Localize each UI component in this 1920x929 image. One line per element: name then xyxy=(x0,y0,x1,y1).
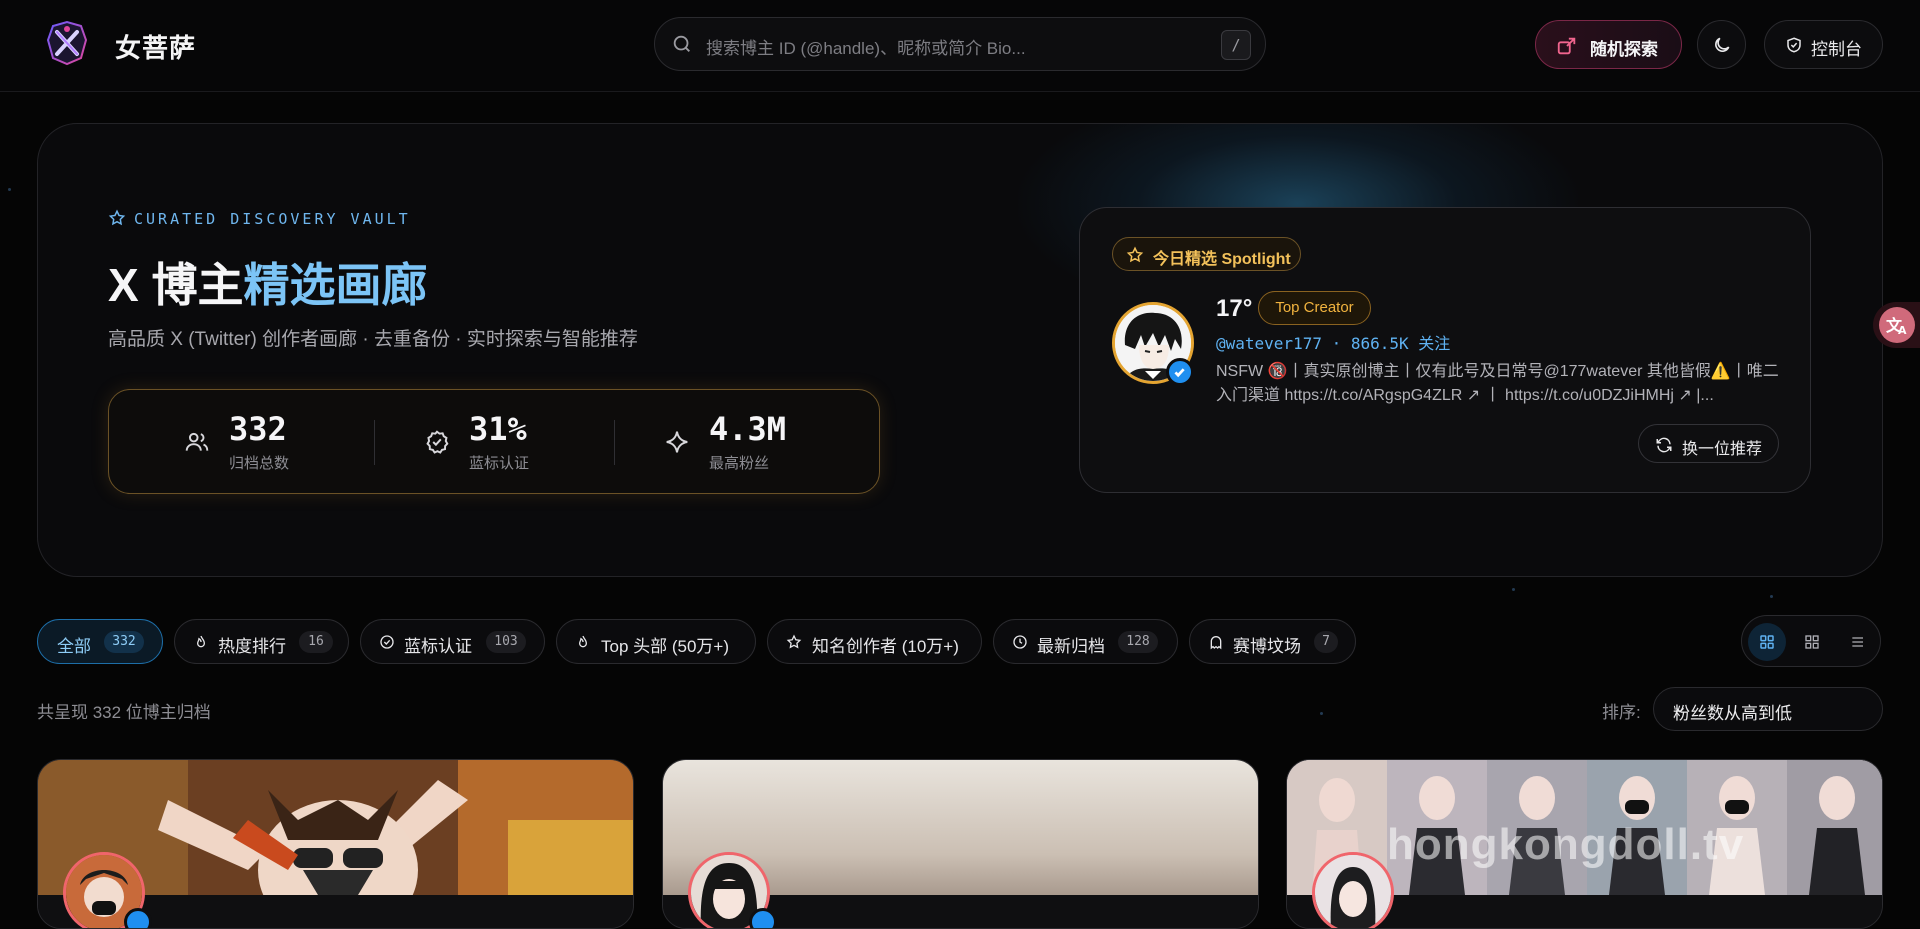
creator-card[interactable]: hongkongdoll.tv xyxy=(1286,759,1883,929)
stat-max-followers-label: 最高粉丝 xyxy=(709,455,770,472)
spotlight-card[interactable]: 今日精选 Spotlight 17° Top Creator @watever1… xyxy=(1079,207,1811,493)
stat-total-label: 归档总数 xyxy=(229,455,290,472)
translate-icon: 文A xyxy=(1879,307,1915,343)
sparkle-icon xyxy=(664,429,690,455)
stat-divider xyxy=(614,420,615,465)
moon-icon xyxy=(1712,35,1732,55)
search-icon xyxy=(671,33,693,55)
verified-badge-icon xyxy=(124,908,152,928)
star-icon xyxy=(786,634,802,650)
spotlight-badge-text: 今日精选 Spotlight xyxy=(1153,251,1291,268)
ghost-icon xyxy=(1208,634,1224,650)
star-icon xyxy=(108,209,126,227)
star-icon xyxy=(1126,246,1144,264)
creator-card[interactable] xyxy=(37,759,634,929)
card-avatar xyxy=(1312,852,1394,928)
view-mode-switch xyxy=(1741,615,1881,667)
chevron-down-icon xyxy=(1673,703,1864,717)
clock-icon xyxy=(1012,634,1028,650)
filter-verified-label: 蓝标认证 xyxy=(404,637,472,656)
result-count: 共呈现 332 位博主归档 xyxy=(37,703,211,722)
badge-check-icon xyxy=(379,634,395,650)
sort-select[interactable]: 粉丝数从高到低 xyxy=(1653,687,1883,731)
random-explore-label: 随机探索 xyxy=(1590,40,1658,59)
spotlight-handle[interactable]: @watever177 · 866.5K 关注 xyxy=(1216,330,1450,354)
filter-latest-count: 128 xyxy=(1118,631,1158,653)
filter-latest[interactable]: 最新归档 128 xyxy=(993,619,1178,664)
stat-verified-value: 31% xyxy=(469,410,527,448)
view-small-grid-button[interactable] xyxy=(1793,623,1831,661)
spotlight-bio: NSFW 🔞丨真实原创博主丨仅有此号及日常号@177watever 其他皆假⚠️… xyxy=(1216,363,1779,404)
verified-badge-icon xyxy=(1166,358,1194,386)
search-input[interactable]: 搜索博主 ID (@handle)、昵称或简介 Bio... xyxy=(706,34,1026,59)
filter-hot[interactable]: 热度排行 16 xyxy=(174,619,349,664)
stat-verified-label: 蓝标认证 xyxy=(469,455,530,472)
stat-total-value: 332 xyxy=(229,410,287,448)
filter-latest-label: 最新归档 xyxy=(1037,637,1105,656)
badge-check-icon xyxy=(424,429,450,455)
spotlight-name[interactable]: 17° xyxy=(1216,295,1252,323)
verified-badge-icon xyxy=(749,908,777,928)
filter-graveyard[interactable]: 赛博坟场 7 xyxy=(1189,619,1356,664)
hero-title-highlight: 精选画廊 xyxy=(243,259,428,311)
stat-total: 332 归档总数 xyxy=(184,390,424,495)
filter-verified[interactable]: 蓝标认证 103 xyxy=(360,619,545,664)
view-list-button[interactable] xyxy=(1838,623,1876,661)
swap-recommendation-button[interactable]: 换一位推荐 xyxy=(1638,424,1779,463)
top-header: 女菩萨 搜索博主 ID (@handle)、昵称或简介 Bio... / 随机探… xyxy=(0,0,1920,92)
random-explore-button[interactable]: 随机探索 xyxy=(1535,20,1682,69)
filter-known[interactable]: 知名创作者 (10万+) xyxy=(767,619,982,664)
filter-hot-count: 16 xyxy=(299,631,333,653)
stat-max-followers: 4.3M 最高粉丝 xyxy=(664,390,904,495)
filter-graveyard-count: 7 xyxy=(1314,631,1338,653)
filter-hot-label: 热度排行 xyxy=(218,637,286,656)
hero-title: X 博主精选画廊 xyxy=(108,249,427,315)
console-label: 控制台 xyxy=(1811,40,1862,59)
filter-all-label: 全部 xyxy=(57,637,91,656)
refresh-icon xyxy=(1655,436,1673,454)
view-large-grid-button[interactable] xyxy=(1748,623,1786,661)
brand-name[interactable]: 女菩萨 xyxy=(115,28,196,65)
filter-all[interactable]: 全部 332 xyxy=(37,619,163,664)
hero-kicker-text: CURATED DISCOVERY VAULT xyxy=(134,210,411,228)
card-watermark: hongkongdoll.tv xyxy=(1387,820,1745,869)
filter-known-label: 知名创作者 (10万+) xyxy=(812,637,959,656)
stat-verified: 31% 蓝标认证 xyxy=(424,390,664,495)
hero-title-main: X 博主 xyxy=(108,259,244,311)
hero-panel: CURATED DISCOVERY VAULT X 博主精选画廊 高品质 X (… xyxy=(37,123,1883,577)
list-icon xyxy=(1849,634,1865,650)
creator-card[interactable] xyxy=(662,759,1259,929)
shield-icon xyxy=(1785,36,1803,54)
filter-verified-count: 103 xyxy=(486,631,526,653)
logo-icon[interactable] xyxy=(44,20,90,66)
translate-floating-button[interactable]: 文A xyxy=(1873,302,1920,348)
grid-large-icon xyxy=(1759,634,1775,650)
flame-icon xyxy=(575,634,591,650)
filter-top-label: Top 头部 (50万+) xyxy=(601,637,730,656)
filter-all-count: 332 xyxy=(104,631,144,653)
stat-divider xyxy=(374,420,375,465)
theme-toggle-button[interactable] xyxy=(1697,20,1746,69)
spotlight-badge: 今日精选 Spotlight xyxy=(1112,237,1301,271)
flame-icon xyxy=(193,634,209,650)
sort-label: 排序: xyxy=(1602,703,1641,722)
stats-panel: 332 归档总数 31% 蓝标认证 4.3M 最高粉丝 xyxy=(108,389,880,494)
stat-max-followers-value: 4.3M xyxy=(709,410,787,448)
filter-top[interactable]: Top 头部 (50万+) xyxy=(556,619,756,664)
console-button[interactable]: 控制台 xyxy=(1764,20,1883,69)
users-icon xyxy=(184,429,210,455)
filter-graveyard-label: 赛博坟场 xyxy=(1233,637,1301,656)
svg-text:A: A xyxy=(1898,324,1907,337)
top-creator-badge: Top Creator xyxy=(1258,291,1371,325)
shuffle-icon xyxy=(1556,35,1578,57)
search-bar[interactable]: 搜索博主 ID (@handle)、昵称或简介 Bio... / xyxy=(654,17,1266,71)
search-shortcut-key: / xyxy=(1221,30,1251,60)
hero-subtitle: 高品质 X (Twitter) 创作者画廊 · 去重备份 · 实时探索与智能推荐 xyxy=(108,329,638,350)
swap-recommendation-label: 换一位推荐 xyxy=(1682,441,1763,458)
grid-small-icon xyxy=(1804,634,1820,650)
